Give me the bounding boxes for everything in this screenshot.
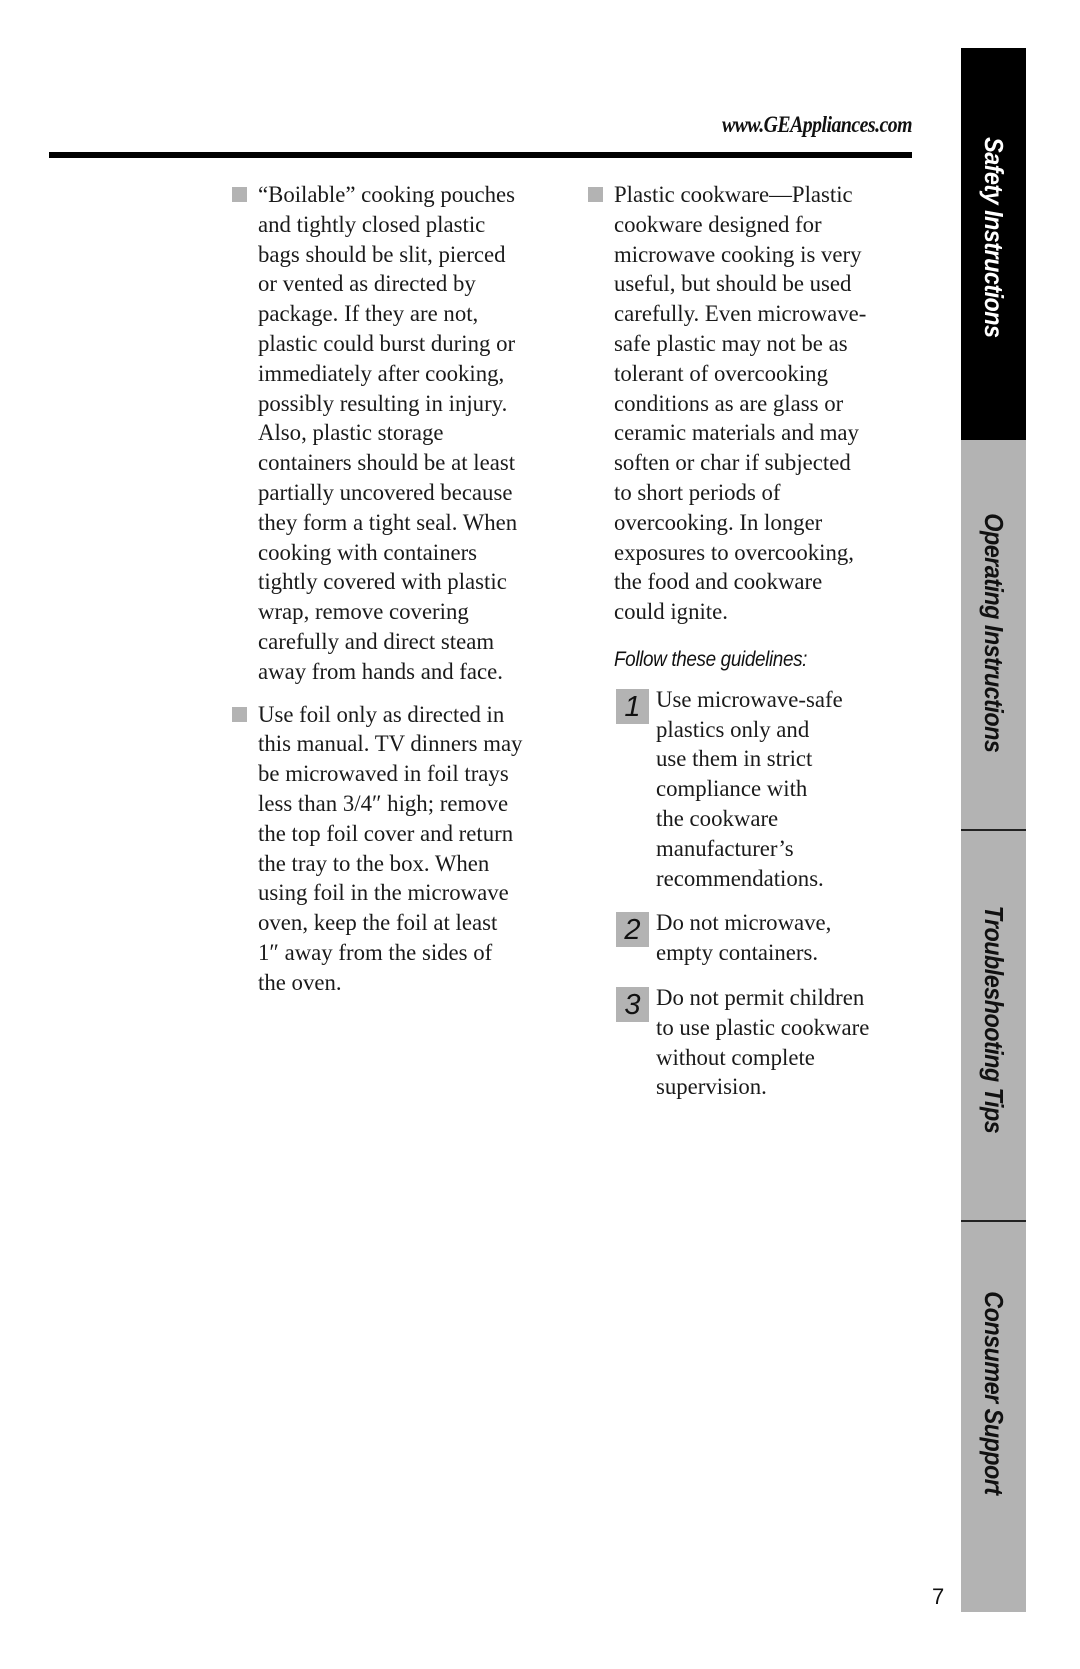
guidelines-heading: Follow these guidelines: <box>614 647 808 671</box>
text-line: Plastic cookware—Plastic <box>614 182 853 207</box>
text-line: to use plastic cookware <box>656 1014 870 1040</box>
text-line: plastic could burst during or <box>258 330 516 356</box>
text-line: manufacturer’s <box>656 835 794 861</box>
text-line: Use foil only as directed in <box>258 701 505 727</box>
text-line: containers should be at least <box>258 450 516 476</box>
text-line: recommendations. <box>656 865 824 891</box>
left-column: “Boilable” cooking pouches and tightly cl… <box>232 180 562 1011</box>
tab-label: Safety Instructions <box>979 137 1009 338</box>
text-line: Use microwave-safe <box>656 686 843 712</box>
step-text: Do not microwave, empty containers. <box>656 908 918 968</box>
text-line: use them in strict <box>656 746 813 772</box>
bullet-text: Use foil only as directed in this manual.… <box>258 700 562 998</box>
text-line: bags should be slit, pierced <box>258 241 506 267</box>
guideline-step-2: 2 Do not microwave, empty containers. <box>586 908 918 968</box>
text-line: Also, plastic storage <box>258 420 444 446</box>
text-line: this manual. TV dinners may <box>258 731 523 757</box>
bullet-item-foil: Use foil only as directed in this manual.… <box>232 700 562 998</box>
text-line: partially uncovered because <box>258 479 513 505</box>
text-line: the tray to the box. When <box>258 850 490 876</box>
tab-label: Operating Instructions <box>979 513 1009 753</box>
text-line: useful, but should be used <box>614 271 852 297</box>
text-line: the top foil cover and return <box>258 820 514 846</box>
bullet-item-plastic-cookware: Plastic cookware—Plastic cookware designe… <box>588 180 918 627</box>
text-line: exposures to overcooking, <box>614 539 854 565</box>
text-line: package. If they are not, <box>258 301 479 327</box>
bullet-text: Plastic cookware—Plastic cookware designe… <box>614 180 918 627</box>
text-line: overcooking. In longer <box>614 509 823 535</box>
text-line: conditions as are glass or <box>614 390 844 416</box>
section-tabs: Safety Instructions Operating Instructio… <box>961 48 1026 1612</box>
guideline-step-1: 1 Use microwave-safe plastics only and use… <box>586 685 918 894</box>
text-line: compliance with <box>656 776 808 802</box>
text-line: and tightly closed plastic <box>258 211 486 237</box>
tab-label: Consumer Support <box>979 1291 1009 1495</box>
text-line: carefully and direct steam <box>258 628 495 654</box>
guideline-step-3: 3 Do not permit children to use plastic c… <box>586 983 918 1102</box>
text-line: could ignite. <box>614 599 728 625</box>
text-line: the cookware <box>656 805 779 831</box>
text-line: oven, keep the foil at least <box>258 910 498 936</box>
bullet-text: “Boilable” cooking pouches and tightly cl… <box>258 180 562 687</box>
text-line: be microwaved in foil trays <box>258 761 509 787</box>
step-number-badge: 3 <box>616 986 649 1022</box>
square-bullet-icon <box>232 187 247 202</box>
step-text: Do not permit children to use plastic coo… <box>656 983 918 1102</box>
tab-safety-instructions[interactable]: Safety Instructions <box>961 48 1026 440</box>
text-line: less than 3/4″ high; remove <box>258 790 509 816</box>
square-bullet-icon <box>588 187 603 202</box>
text-line: wrap, remove covering <box>258 599 469 625</box>
header-rule <box>49 152 912 158</box>
text-line: away from hands and face. <box>258 658 503 684</box>
text-line: possibly resulting in injury. <box>258 390 508 416</box>
text-line: cooking with containers <box>258 539 478 565</box>
step-text: Use microwave-safe plastics only and use t… <box>656 685 918 894</box>
text-line: “Boilable” cooking pouches <box>258 182 516 207</box>
text-line: tightly covered with plastic <box>258 569 507 595</box>
text-line: they form a tight seal. When <box>258 509 518 535</box>
text-line: Do not microwave, <box>656 910 832 936</box>
text-line: immediately after cooking, <box>258 360 505 386</box>
step-number-badge: 1 <box>616 688 649 724</box>
tab-operating-instructions[interactable]: Operating Instructions <box>961 440 1026 831</box>
tab-consumer-support[interactable]: Consumer Support <box>961 1222 1026 1612</box>
text-line: to short periods of <box>614 479 781 505</box>
text-line: cookware designed for <box>614 211 822 237</box>
step-number-badge: 2 <box>616 912 649 948</box>
page-number: 7 <box>932 1584 945 1609</box>
text-line: carefully. Even microwave- <box>614 301 867 327</box>
tab-troubleshooting-tips[interactable]: Troubleshooting Tips <box>961 831 1026 1222</box>
text-line: empty containers. <box>656 940 819 966</box>
text-line: the oven. <box>258 969 342 995</box>
text-line: Do not permit children <box>656 984 865 1010</box>
text-line: using foil in the microwave <box>258 880 509 906</box>
text-line: the food and cookware <box>614 569 823 595</box>
text-line: tolerant of overcooking <box>614 360 828 386</box>
text-line: supervision. <box>656 1074 767 1100</box>
website-url: www.GEAppliances.com <box>721 112 913 137</box>
text-line: soften or char if subjected <box>614 450 851 476</box>
text-line: or vented as directed by <box>258 271 476 297</box>
text-line: without complete <box>656 1044 815 1070</box>
tab-label: Troubleshooting Tips <box>979 905 1009 1134</box>
text-line: ceramic materials and may <box>614 420 859 446</box>
text-line: safe plastic may not be as <box>614 330 848 356</box>
text-line: 1″ away from the sides of <box>258 939 493 965</box>
bullet-item-boilable-pouches: “Boilable” cooking pouches and tightly cl… <box>232 180 562 687</box>
text-line: microwave cooking is very <box>614 241 862 267</box>
square-bullet-icon <box>232 706 247 722</box>
right-column: Plastic cookware—Plastic cookware designe… <box>588 180 918 1117</box>
text-line: plastics only and <box>656 716 810 742</box>
